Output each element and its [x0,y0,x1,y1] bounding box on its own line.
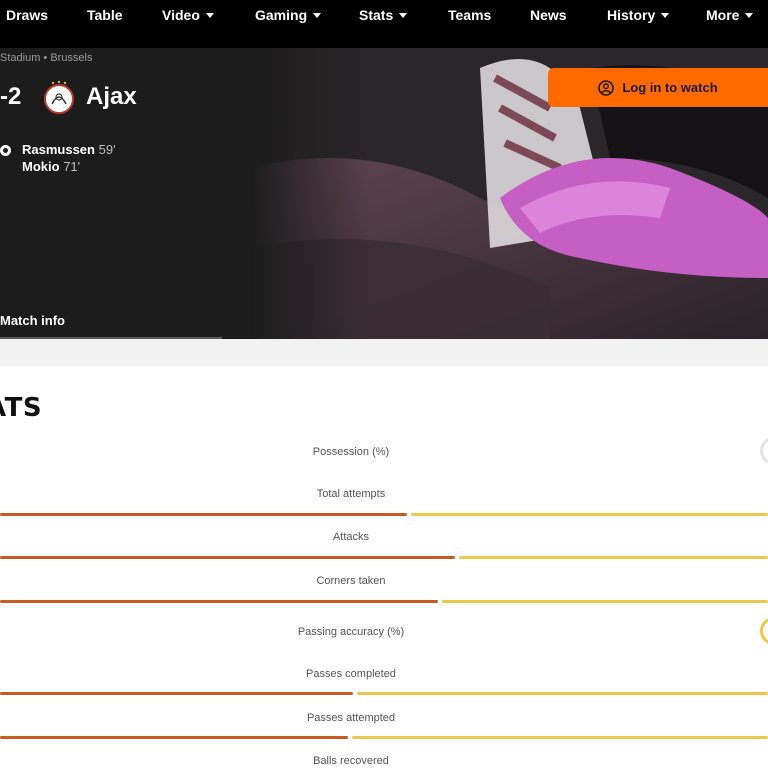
match-info-tab[interactable]: Match info [0,313,65,328]
stat-bar-away [411,513,768,516]
stat-bar-home [0,556,455,559]
nav-history[interactable]: History [607,7,670,23]
nav-teams-label: Teams [448,7,492,23]
nav-history-label: History [607,7,656,23]
nav-more[interactable]: More [706,7,754,23]
video-fade-overlay [250,48,370,339]
nav-table-label: Table [87,7,123,23]
nav-video[interactable]: Video [162,7,214,23]
chevron-down-icon [745,12,754,18]
passing-accuracy-ring [760,617,768,645]
nav-gaming[interactable]: Gaming [255,7,322,23]
nav-news[interactable]: News [530,7,567,23]
top-navigation: Draws Table Video Gaming Stats Teams New… [0,0,768,48]
team-name[interactable]: Ajax [86,83,137,111]
stat-label: Balls recovered [313,755,389,767]
stat-bar-home [0,692,353,695]
nav-stats[interactable]: Stats [359,7,408,23]
nav-gaming-label: Gaming [255,7,308,23]
stat-bar-away [352,736,768,739]
stat-bar-home [0,600,438,603]
stat-bar-away [357,692,768,695]
goal-scorer: Rasmussen 59' [22,142,116,157]
stat-bar-away [459,556,768,559]
stat-bar-home [0,736,348,739]
stat-bar-home [0,513,407,516]
stat-label: Passes completed [306,668,396,680]
chevron-down-icon [313,12,322,18]
stat-bar-away [442,600,768,603]
login-to-watch-button[interactable]: Log in to watch [548,68,768,107]
possession-ring [760,437,768,465]
scorer-minute: 71' [63,159,81,174]
scorer-name: Mokio [22,159,60,174]
nav-news-label: News [530,7,567,23]
nav-video-label: Video [162,7,200,23]
match-score: -2 [0,83,22,110]
match-hero: Stadium • Brussels -2 Ajax Rasmussen 59'… [0,48,768,339]
nav-draws-label: Draws [6,7,49,23]
stat-label: Attacks [332,531,370,543]
nav-stats-label: Stats [359,7,394,23]
nav-teams[interactable]: Teams [448,7,491,23]
goal-scorer: Mokio 71' [22,159,80,174]
scorer-name: Rasmussen [22,142,95,157]
login-button-label: Log in to watch [622,80,718,95]
stat-label: Possession (%) [312,446,390,458]
scorer-minute: 59' [98,142,116,157]
stats-title: ATS [0,393,43,423]
football-icon [0,145,11,156]
stat-label: Corners taken [316,575,386,587]
chevron-down-icon [399,12,408,18]
chevron-down-icon [205,12,214,18]
nav-draws[interactable]: Draws [6,7,48,23]
section-divider [0,339,768,366]
stat-label: Total attempts [316,488,386,500]
nav-table[interactable]: Table [87,7,123,23]
chevron-down-icon [661,12,670,18]
ajax-crest-icon [44,80,74,114]
stat-label: Passes attempted [306,712,396,724]
stat-label: Passing accuracy (%) [297,626,405,638]
venue-text: Stadium • Brussels [0,52,93,64]
user-icon [598,79,615,96]
match-summary: Stadium • Brussels -2 Ajax Rasmussen 59'… [0,48,250,339]
nav-more-label: More [706,7,740,23]
